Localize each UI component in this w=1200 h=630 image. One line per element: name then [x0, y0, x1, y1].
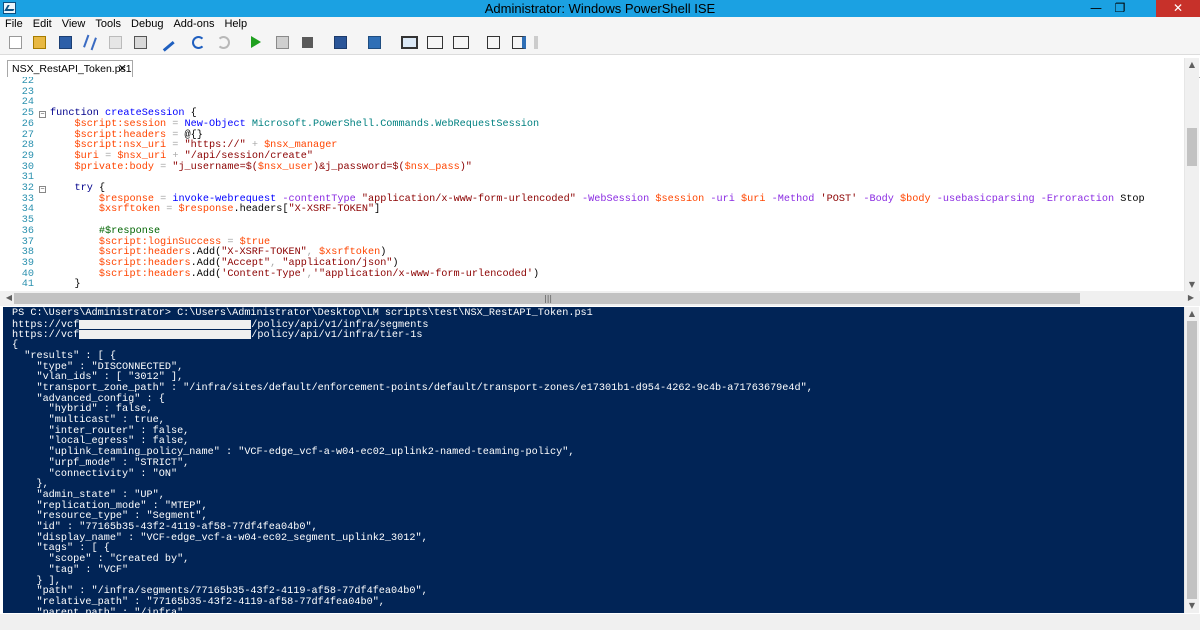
stop-icon[interactable]	[302, 37, 313, 48]
layout-right-icon[interactable]	[427, 36, 443, 49]
window-title: Administrator: Windows PowerShell ISE	[484, 1, 716, 16]
menu-tools[interactable]: Tools	[90, 17, 126, 32]
console-url-segments: https://vcf/policy/api/v1/infra/segments	[12, 319, 429, 331]
url-suffix: /policy/api/v1/infra/segments	[251, 319, 429, 331]
minimize-button[interactable]: —	[1084, 0, 1108, 17]
status-strip	[0, 614, 1200, 630]
menu-bar: File Edit View Tools Debug Add-ons Help	[0, 17, 1200, 32]
console-output-line: "tag" : "VCF"	[12, 564, 129, 576]
code-line: }	[74, 279, 81, 291]
title-bar: Administrator: Windows PowerShell ISE — …	[0, 0, 1200, 17]
layout-top-icon[interactable]	[401, 36, 418, 49]
script-tab-strip: NSX_RestAPI_Token.ps1 ✕	[0, 55, 1200, 78]
paste-icon[interactable]	[134, 36, 147, 49]
collapse-icon[interactable]: −	[39, 186, 46, 194]
line-number: 39	[21, 257, 34, 269]
url-prefix: https://vcf	[12, 330, 80, 342]
restore-button[interactable]: ❐	[1108, 0, 1132, 17]
show-script-pane-icon[interactable]	[487, 36, 500, 49]
editor-vertical-scrollbar[interactable]: ▲ ▼	[1184, 58, 1199, 291]
run-selection-icon[interactable]	[276, 36, 289, 49]
url-suffix: /policy/api/v1/infra/tier-1s	[251, 330, 423, 342]
console-output-line: "admin_state" : "UP",	[12, 489, 165, 501]
tab-nsx-restapi-token[interactable]: NSX_RestAPI_Token.ps1 ✕	[7, 60, 133, 77]
powershell-console-icon[interactable]	[368, 36, 381, 49]
close-button[interactable]: ✕	[1156, 0, 1200, 17]
menu-view[interactable]: View	[57, 17, 91, 32]
redo-icon[interactable]	[217, 36, 230, 49]
console-pane[interactable]: PS C:\Users\Administrator> C:\Users\Admi…	[3, 307, 1184, 613]
cut-icon[interactable]	[83, 34, 97, 51]
copy-icon[interactable]	[109, 36, 122, 49]
menu-file[interactable]: File	[0, 17, 28, 32]
editor-horizontal-scrollbar[interactable]: ◀ ||| ▶	[0, 291, 1200, 306]
console-prompt: PS C:\Users\Administrator> C:\Users\Admi…	[12, 308, 593, 319]
console-output-line: "results" : [ {	[12, 350, 116, 362]
line-number: 41	[21, 279, 34, 291]
tab-label: NSX_RestAPI_Token.ps1	[12, 63, 132, 75]
run-script-icon[interactable]	[251, 36, 261, 48]
clear-console-icon[interactable]	[156, 33, 175, 52]
code-line: $private:body = "j_username=$($nsx_user)…	[74, 161, 472, 173]
script-editor[interactable]: 22 23 24 25− function createSession {26 $scr…	[0, 77, 1184, 291]
menu-edit[interactable]: Edit	[28, 17, 57, 32]
code-line: $xsrftoken = $response.headers["X-XSRF-T…	[98, 204, 381, 216]
line-number: 29	[21, 150, 34, 162]
menu-help[interactable]: Help	[219, 17, 252, 32]
open-folder-icon[interactable]	[33, 36, 46, 49]
scroll-up-icon[interactable]: ▲	[1185, 309, 1199, 318]
console-output-line: "relative_path" : "77165b35-43f2-4119-af…	[12, 596, 385, 608]
editor-scroll-thumb[interactable]	[1187, 128, 1197, 166]
url-prefix: https://vcf	[12, 319, 80, 331]
redacted-block	[79, 319, 252, 329]
layout-max-icon[interactable]	[453, 36, 469, 49]
remote-powershell-icon[interactable]	[334, 36, 347, 49]
console-vertical-scrollbar[interactable]: ▲ ▼	[1184, 307, 1199, 613]
console-output-line: "parent_path" : "/infra",	[12, 608, 189, 613]
code-line: $script:headers.Add('Content-Type','"app…	[98, 268, 540, 280]
console-url-tier1: https://vcf/policy/api/v1/infra/tier-1s	[12, 330, 422, 341]
new-file-icon[interactable]	[9, 36, 22, 49]
menu-debug[interactable]: Debug	[126, 17, 168, 32]
scroll-down-icon[interactable]: ▼	[1185, 280, 1199, 289]
show-commands-icon[interactable]	[512, 36, 526, 49]
save-icon[interactable]	[59, 36, 72, 49]
toolbar-grip-icon	[534, 36, 538, 49]
collapse-icon[interactable]: −	[39, 111, 46, 119]
scroll-down-icon[interactable]: ▼	[1185, 601, 1199, 610]
console-scroll-thumb[interactable]	[1187, 321, 1197, 599]
menu-add-ons[interactable]: Add-ons	[168, 17, 219, 32]
scroll-right-icon[interactable]: ▶	[1184, 293, 1198, 302]
scroll-up-icon[interactable]: ▲	[1185, 60, 1199, 69]
console-output-line: "transport_zone_path" : "/infra/sites/de…	[12, 382, 813, 394]
undo-icon[interactable]	[192, 36, 205, 49]
tab-close-icon[interactable]: ✕	[118, 61, 127, 77]
redacted-block	[79, 330, 252, 340]
console-output-line: "urpf_mode" : "STRICT",	[12, 457, 190, 469]
grip-icon: |||	[544, 294, 553, 303]
line-number: 36	[21, 225, 34, 237]
toolbar	[0, 32, 1200, 55]
line-number: 26	[21, 118, 34, 130]
